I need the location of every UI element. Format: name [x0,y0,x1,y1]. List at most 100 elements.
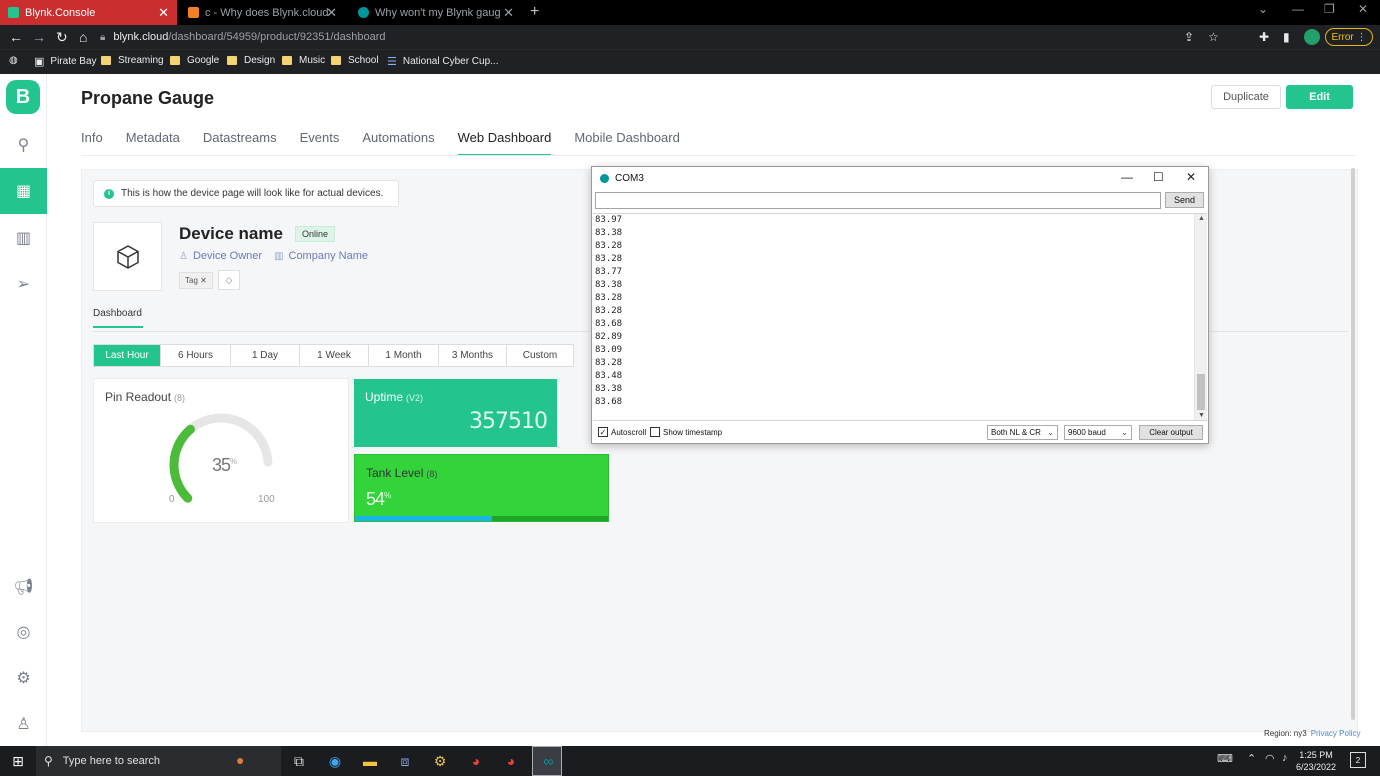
tab-automations[interactable]: Automations [362,130,434,156]
extensions-icon[interactable]: ✚ [1259,30,1269,44]
line-ending-select[interactable]: Both NL & CR ⌄ [987,425,1058,440]
chrome-icon[interactable]: ◕ [465,750,487,772]
minimize-icon[interactable]: — [1292,2,1304,16]
reload-icon[interactable]: ↻ [56,29,68,46]
taskbar-search[interactable]: ⚲ Type here to search ● [36,746,281,776]
tab-info[interactable]: Info [81,130,103,156]
uptime-widget[interactable]: Uptime (V2) 357510 [354,379,557,447]
taskbar-clock[interactable]: 1:25 PM 6/23/2022 [1296,749,1336,773]
privacy-policy-link[interactable]: Privacy Policy [1311,729,1361,738]
close-tab-icon[interactable]: ✕ [326,5,337,21]
browser-tab-arduino[interactable]: Why won't my Blynk gauge widg ✕ [350,0,522,25]
device-owner-link[interactable]: Device Owner [193,250,262,262]
tab-dashboard[interactable]: Dashboard [93,308,143,328]
address-bar[interactable]: 🔒︎ blynk.cloud/dashboard/54959/product/9… [100,26,1230,48]
bookmark-piratebay[interactable]: ▣ Pirate Bay [34,55,97,68]
dashboard-grid-icon[interactable]: ▦ [0,168,47,214]
scroll-down-icon[interactable]: ▼ [1198,412,1205,419]
tab-datastreams[interactable]: Datastreams [203,130,277,156]
task-view-icon[interactable]: ⧉ [288,750,310,772]
bookmark-streaming[interactable]: Streaming [101,55,164,66]
volume-icon[interactable]: ♪ [1282,752,1288,764]
serial-send-input[interactable] [595,192,1161,209]
settings-gear-icon[interactable]: ⚙ [0,663,47,693]
close-window-icon[interactable]: ✕ [1358,2,1368,16]
notification-center-icon[interactable]: 2 [1350,752,1366,768]
range-custom[interactable]: Custom [507,345,573,366]
duplicate-button[interactable]: Duplicate [1211,85,1281,109]
page-scrollbar[interactable] [1351,168,1355,720]
company-name-link[interactable]: Company Name [289,250,368,262]
restore-icon[interactable]: ❐ [1324,2,1335,16]
profile-avatar[interactable] [1304,29,1320,45]
tab-events[interactable]: Events [300,130,340,156]
send-button[interactable]: Send [1165,192,1204,208]
scrollbar[interactable]: ▲ ▼ [1194,214,1207,420]
close-tab-icon[interactable]: ✕ [503,5,514,21]
bookmark-star-icon[interactable]: ☆ [1208,30,1219,44]
chrome-profile-icon[interactable]: ◕ [500,750,522,772]
search-icon[interactable]: ⚲ [0,130,47,160]
range-last-hour[interactable]: Last Hour [94,345,161,366]
serial-monitor-titlebar[interactable]: COM3 [592,167,1208,189]
autoscroll-checkbox[interactable]: ✓ Autoscroll [598,427,646,437]
organization-building-icon[interactable]: ▥ [0,223,47,253]
bookmark-music[interactable]: Music [282,55,325,66]
file-explorer-icon[interactable]: ▬ [359,750,381,772]
forward-icon[interactable]: → [32,29,46,45]
range-1-week[interactable]: 1 Week [300,345,369,366]
clear-output-button[interactable]: Clear output [1139,425,1203,440]
user-profile-icon[interactable]: ♙ [0,709,47,739]
home-icon[interactable]: ⌂ [79,29,87,45]
bookmark-national-cyber-cup[interactable]: ☰ National Cyber Cup... [387,55,498,68]
add-tag-icon[interactable]: ◇ [217,270,240,290]
gauge-fill [169,424,195,503]
search-icon: ⚲ [44,754,53,768]
maximize-icon[interactable]: ☐ [1153,170,1164,184]
blynk-logo[interactable]: B [6,80,40,114]
bookmark-google[interactable]: Google [170,55,219,66]
range-1-day[interactable]: 1 Day [231,345,300,366]
network-app-icon[interactable]: ⧈ [394,750,416,772]
show-timestamp-checkbox[interactable]: Show timestamp [650,427,722,437]
tray-chevron-icon[interactable]: ⌃ [1247,752,1256,765]
bookmark-design[interactable]: Design [227,55,275,66]
send-plane-icon[interactable]: ➢ [0,269,47,299]
baud-rate-select[interactable]: 9600 baud ⌄ [1064,425,1132,440]
edge-icon[interactable]: ◉ [324,750,346,772]
share-icon[interactable]: ⇪ [1184,30,1194,44]
help-lifebuoy-icon[interactable]: ◎ [0,617,47,647]
back-icon[interactable]: ← [9,29,23,45]
tab-search-icon[interactable]: ⌄ [1258,2,1268,16]
remove-tag-icon[interactable]: ✕ [200,276,207,285]
tag-chip[interactable]: Tag ✕ [179,271,213,289]
apps-icon[interactable]: ◍ [9,55,18,66]
range-1-month[interactable]: 1 Month [369,345,439,366]
wifi-icon[interactable]: ◠ [1265,752,1275,765]
tank-level-widget[interactable]: Tank Level (8) 54% [354,454,609,522]
utility-app-icon[interactable]: ⚙ [429,750,451,772]
error-button[interactable]: Error ⋮ [1325,28,1373,46]
side-panel-icon[interactable]: ▮ [1283,30,1290,44]
tab-web-dashboard[interactable]: Web Dashboard [457,130,552,156]
browser-tab-blynk[interactable]: Blynk.Console ✕ [0,0,177,25]
arduino-ide-icon[interactable]: ∞ [532,746,562,776]
pin-readout-gauge-widget[interactable]: Pin Readout (8) 35% 0 100 [93,378,349,523]
edit-button[interactable]: Edit [1286,85,1353,109]
windows-start-icon[interactable]: ⊞ [7,750,29,772]
scroll-up-icon[interactable]: ▲ [1198,215,1205,222]
tab-mobile-dashboard[interactable]: Mobile Dashboard [574,130,680,156]
keyboard-icon[interactable]: ⌨ [1217,752,1233,765]
range-3-months[interactable]: 3 Months [439,345,507,366]
minimize-icon[interactable]: — [1121,170,1133,184]
serial-output[interactable]: 83.97 83.38 83.28 83.28 83.77 83.38 83.28 83.28… [593,213,1207,421]
new-tab-icon[interactable]: + [530,3,539,21]
scrollbar-thumb[interactable] [1197,374,1205,410]
range-6-hours[interactable]: 6 Hours [161,345,231,366]
bookmark-school[interactable]: School [331,55,379,66]
browser-tab-stackoverflow[interactable]: c - Why does Blynk.cloud not co ✕ [180,0,345,25]
close-icon[interactable]: ✕ [1186,170,1196,184]
tab-metadata[interactable]: Metadata [126,130,180,156]
close-tab-icon[interactable]: ✕ [158,5,169,21]
megaphone-icon[interactable]: 📢︎ [0,572,47,602]
